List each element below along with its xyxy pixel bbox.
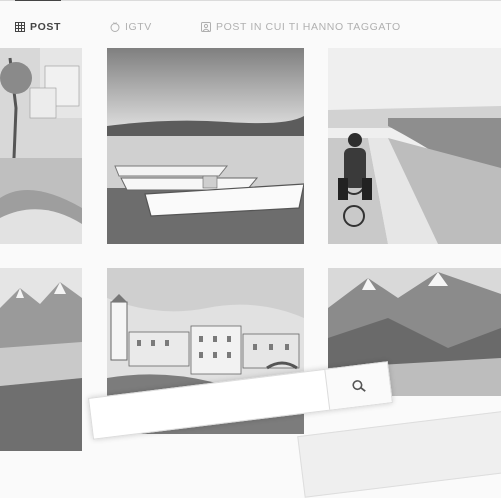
tab-igtv[interactable]: IGTV bbox=[110, 19, 152, 35]
tab-tagged[interactable]: POST IN CUI TI HANNO TAGGATO bbox=[201, 19, 401, 35]
grid-icon bbox=[15, 22, 25, 32]
post-thumbnail-cyclist[interactable] bbox=[328, 48, 501, 244]
tab-igtv-label: IGTV bbox=[125, 21, 152, 33]
search-button[interactable] bbox=[324, 362, 392, 410]
tab-post[interactable]: POST bbox=[15, 0, 61, 35]
igtv-icon bbox=[110, 22, 120, 32]
tagged-icon bbox=[201, 22, 211, 32]
post-thumbnail-boats[interactable] bbox=[107, 48, 304, 244]
post-thumbnail-mountain-lake[interactable] bbox=[0, 268, 82, 451]
background-card bbox=[297, 404, 501, 498]
tab-post-label: POST bbox=[30, 21, 61, 33]
search-icon bbox=[351, 378, 367, 394]
profile-tabs: POST IGTV POST IN CUI TI HANNO TAGGATO bbox=[0, 0, 501, 49]
post-thumbnail-village[interactable] bbox=[0, 48, 82, 244]
tab-tagged-label: POST IN CUI TI HANNO TAGGATO bbox=[216, 21, 401, 33]
